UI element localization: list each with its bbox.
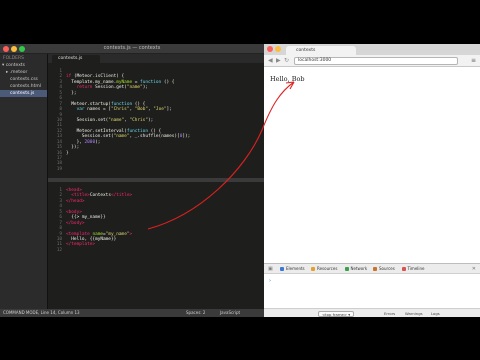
tab-contexts-js[interactable]: contexts.js [52,55,100,63]
devtools-panel: ▣ Elements Resources Network Sources Timelin… [264,263,480,317]
line-gutter: 1234 5678 9 10 11 12 13 14 15 16 17 18 19 [56,69,62,172]
sidebar-item[interactable]: ▸ .meteor [0,69,47,76]
filter-logs[interactable]: Logs [431,311,440,317]
console-prompt[interactable]: › [269,278,271,284]
devtools-tab-timeline[interactable]: Timeline [401,266,425,272]
code-pane-contexts-js[interactable]: 1234 5678 9 10 11 12 13 14 15 16 17 18 19 if (Me… [48,63,264,178]
resources-icon [311,267,315,271]
sidebar-item[interactable]: contexts.css [0,76,47,83]
editor-titlebar: contexts.js — contexts [0,44,264,54]
close-devtools-icon[interactable]: ✕ [472,266,476,272]
page-greeting-text: Hello, Bob [270,75,305,83]
editor-status-bar: COMMAND MODE, Line 14, Column 13 Spaces:… [0,309,264,317]
tab-title: contexts [296,48,316,53]
devtools-toolbar: ▣ Elements Resources Network Sources Timelin… [264,264,480,274]
devtools-tab-label: Resources [317,266,338,271]
devtools-tab-label: Timeline [407,266,425,271]
sources-icon [373,267,377,271]
timeline-icon [401,267,406,271]
sidebar-item[interactable]: contexts.js [0,90,47,97]
address-bar[interactable]: localhost:3000 [294,57,458,65]
status-syntax[interactable]: JavaScript [220,309,240,317]
file-sidebar: FOLDERS ▾ contexts ▸ .meteor contexts.css c… [0,54,48,309]
dock-icon[interactable]: ▣ [268,266,273,272]
file-tree: ▾ contexts ▸ .meteor contexts.css contexts.… [0,62,47,97]
filter-errors[interactable]: Errors [384,311,395,317]
filter-warnings[interactable]: Warnings [405,311,423,317]
devtools-footer: <top frame> ▾ Errors Warnings Logs [264,308,480,317]
browser-toolbar: ◀ ▶ ↻ localhost:3000 ≡ [264,55,480,67]
elements-icon [280,267,284,271]
reload-icon[interactable]: ↻ [284,57,289,65]
status-indentation[interactable]: Spaces: 2 [186,309,205,317]
code-pane-contexts-html[interactable]: 1234 5678 9 10 11 12 <head> <title>Contexts… [48,182,264,309]
network-icon [344,267,349,271]
frame-selector[interactable]: <top frame> ▾ [318,311,355,317]
minimize-window-icon[interactable] [275,46,281,52]
editor-tab-bar: contexts.js [48,54,264,63]
js-source: if (Meteor.isClient) { Template.my_name.… [66,74,191,156]
browser-tab[interactable]: contexts [286,46,356,55]
sublime-editor-window: contexts.js — contexts FOLDERS ▾ context… [0,44,264,317]
browser-window: contexts ◀ ▶ ↻ localhost:3000 ≡ Hello, B… [264,44,480,317]
folders-heading: FOLDERS [3,56,24,61]
devtools-tab-sources[interactable]: Sources [373,266,395,272]
devtools-tab-label: Network [350,266,368,271]
browser-tab-strip: contexts [264,44,480,55]
devtools-tab-elements[interactable]: Elements [280,266,305,272]
close-window-icon[interactable] [267,46,273,52]
sidebar-item[interactable]: ▾ contexts [0,62,47,69]
devtools-tab-resources[interactable]: Resources [311,266,337,272]
forward-icon[interactable]: ▶ [276,57,281,65]
editor-window-title: contexts.js — contexts [103,45,161,51]
back-icon[interactable]: ◀ [268,57,273,65]
devtools-tab-label: Elements [286,266,305,271]
line-gutter: 1234 5678 9 10 11 12 [56,188,62,253]
devtools-tab-label: Sources [379,266,395,271]
page-viewport: Hello, Bob [264,67,480,284]
sidebar-item[interactable]: contexts.html [0,83,47,90]
html-source: <head> <title>Contexts</title> </head> <… [66,188,133,248]
devtools-tab-network[interactable]: Network [344,266,368,272]
status-mode-position: COMMAND MODE, Line 14, Column 13 [3,310,80,315]
menu-icon[interactable]: ≡ [471,57,476,65]
